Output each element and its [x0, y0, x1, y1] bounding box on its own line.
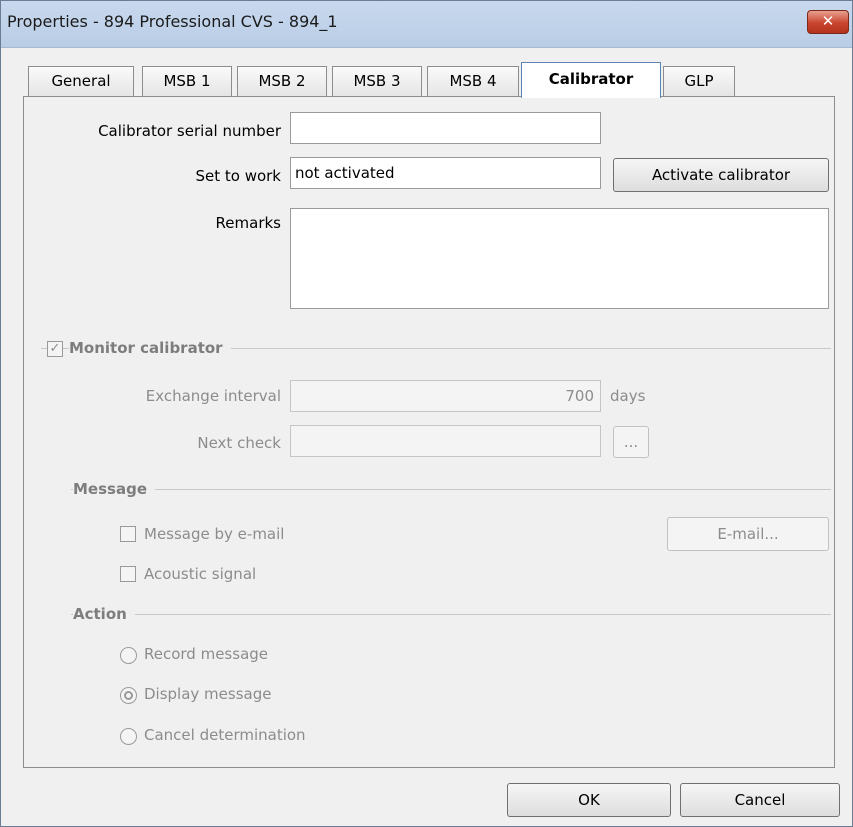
message-group-line [71, 489, 831, 490]
window-title: Properties - 894 Professional CVS - 894_… [7, 12, 338, 31]
serial-number-label: Calibrator serial number [98, 122, 281, 140]
remarks-label: Remarks [215, 214, 281, 232]
cancel-determination-label: Cancel determination [144, 726, 306, 744]
tab-calibrator[interactable]: Calibrator [521, 62, 661, 98]
email-button[interactable]: E-mail... [667, 517, 829, 551]
exchange-interval-label: Exchange interval [145, 387, 281, 405]
tab-general[interactable]: General [28, 66, 134, 96]
action-group-line [71, 614, 831, 615]
action-group-title: Action [73, 605, 135, 623]
next-check-browse-button[interactable]: ... [613, 426, 649, 458]
ok-button[interactable]: OK [507, 783, 671, 817]
tab-glp[interactable]: GLP [663, 66, 735, 96]
exchange-interval-field[interactable]: 700 [290, 380, 601, 412]
message-by-email-label: Message by e-mail [144, 525, 285, 543]
display-message-label: Display message [144, 685, 272, 703]
close-icon[interactable]: ✕ [807, 10, 849, 34]
set-to-work-field[interactable]: not activated [290, 157, 601, 189]
next-check-field[interactable] [290, 425, 601, 457]
radio-selected-dot [124, 691, 133, 700]
properties-dialog: Properties - 894 Professional CVS - 894_… [0, 0, 853, 827]
monitor-calibrator-label: Monitor calibrator [69, 339, 231, 357]
set-to-work-label: Set to work [195, 167, 281, 185]
activate-calibrator-button[interactable]: Activate calibrator [613, 158, 829, 192]
cancel-determination-radio[interactable] [120, 728, 137, 745]
message-group-title: Message [73, 480, 155, 498]
acoustic-signal-checkbox[interactable] [120, 566, 136, 582]
acoustic-signal-label: Acoustic signal [144, 565, 257, 583]
exchange-interval-unit: days [610, 387, 646, 405]
tab-msb4[interactable]: MSB 4 [427, 66, 519, 96]
serial-number-field[interactable] [290, 112, 601, 144]
remarks-field[interactable] [290, 208, 829, 309]
tab-msb2[interactable]: MSB 2 [237, 66, 327, 96]
tab-msb3[interactable]: MSB 3 [332, 66, 422, 96]
title-bar[interactable]: Properties - 894 Professional CVS - 894_… [1, 1, 852, 48]
message-by-email-checkbox[interactable] [120, 526, 136, 542]
cancel-button[interactable]: Cancel [680, 783, 840, 817]
record-message-radio[interactable] [120, 647, 137, 664]
record-message-label: Record message [144, 645, 269, 663]
monitor-calibrator-checkbox[interactable]: ✓ [47, 341, 63, 357]
tab-msb1[interactable]: MSB 1 [142, 66, 232, 96]
next-check-label: Next check [197, 434, 281, 452]
display-message-radio[interactable] [120, 687, 137, 704]
